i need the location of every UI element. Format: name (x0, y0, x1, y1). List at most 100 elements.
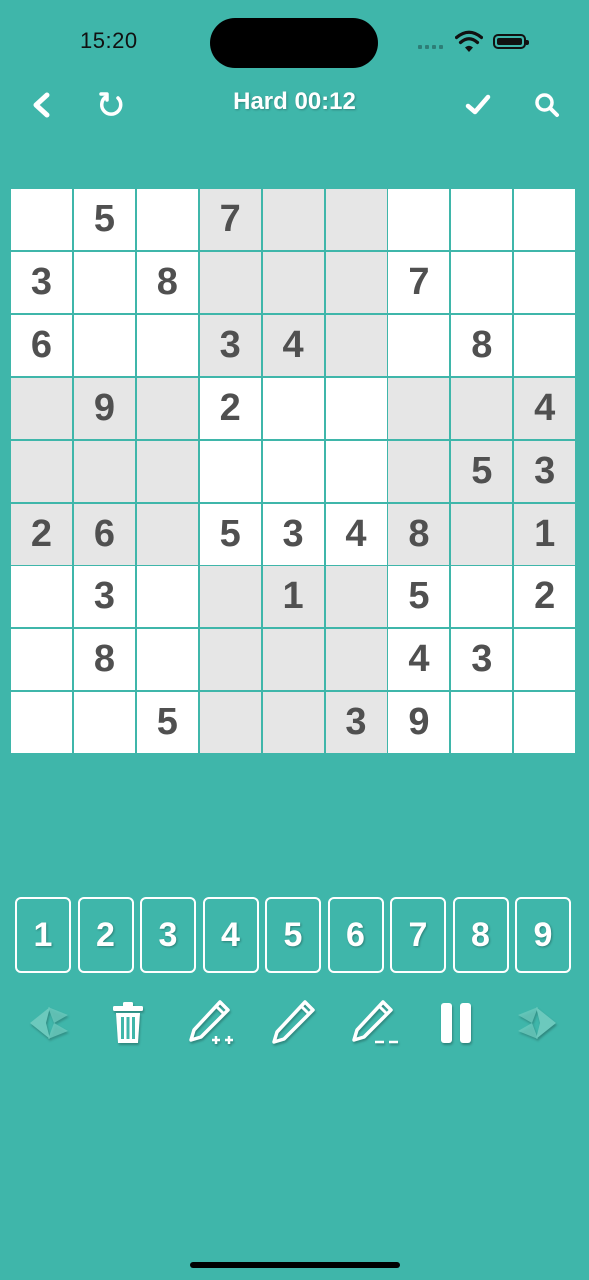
sudoku-cell[interactable] (514, 629, 576, 691)
sudoku-cell[interactable] (325, 251, 387, 313)
sudoku-cell[interactable] (136, 629, 198, 691)
number-button-7[interactable]: 7 (390, 897, 446, 973)
number-button-5[interactable]: 5 (265, 897, 321, 973)
notes-remove-button[interactable] (348, 995, 404, 1051)
sudoku-cell[interactable] (73, 440, 135, 502)
sudoku-cell[interactable] (199, 566, 261, 628)
sudoku-cell[interactable]: 5 (451, 440, 513, 502)
sudoku-cell[interactable] (262, 189, 324, 250)
sudoku-cell[interactable]: 3 (199, 314, 261, 376)
sudoku-cell[interactable] (11, 377, 72, 439)
sudoku-cell[interactable]: 4 (262, 314, 324, 376)
undo-button[interactable] (20, 995, 76, 1051)
sudoku-cell[interactable] (325, 440, 387, 502)
number-button-1[interactable]: 1 (15, 897, 71, 973)
sudoku-cell[interactable]: 3 (325, 692, 387, 754)
sudoku-cell[interactable]: 3 (451, 629, 513, 691)
sudoku-cell[interactable]: 5 (199, 503, 261, 565)
sudoku-cell[interactable]: 8 (388, 503, 450, 565)
sudoku-cell[interactable] (388, 314, 450, 376)
pause-icon (441, 1003, 471, 1043)
sudoku-cell[interactable] (451, 189, 513, 250)
pause-button[interactable] (428, 995, 484, 1051)
sudoku-cell[interactable] (11, 189, 72, 250)
sudoku-cell[interactable] (325, 314, 387, 376)
sudoku-cell[interactable]: 1 (514, 503, 576, 565)
sudoku-cell[interactable] (11, 629, 72, 691)
sudoku-cell[interactable] (262, 440, 324, 502)
sudoku-cell[interactable]: 4 (325, 503, 387, 565)
sudoku-cell[interactable] (451, 251, 513, 313)
sudoku-cell[interactable]: 4 (388, 629, 450, 691)
sudoku-cell[interactable]: 8 (73, 629, 135, 691)
sudoku-cell[interactable]: 1 (262, 566, 324, 628)
redo-button[interactable] (510, 995, 566, 1051)
pencil-button[interactable] (266, 995, 322, 1051)
number-button-3[interactable]: 3 (140, 897, 196, 973)
sudoku-cell[interactable]: 5 (388, 566, 450, 628)
sudoku-cell[interactable]: 6 (73, 503, 135, 565)
sudoku-cell[interactable]: 2 (11, 503, 72, 565)
sudoku-cell[interactable] (73, 251, 135, 313)
sudoku-cell[interactable] (11, 440, 72, 502)
sudoku-cell[interactable] (388, 440, 450, 502)
sudoku-cell[interactable] (514, 189, 576, 250)
sudoku-cell[interactable]: 8 (451, 314, 513, 376)
sudoku-cell[interactable]: 5 (73, 189, 135, 250)
sudoku-cell[interactable]: 8 (136, 251, 198, 313)
sudoku-cell[interactable] (199, 692, 261, 754)
sudoku-cell[interactable] (325, 377, 387, 439)
number-button-8[interactable]: 8 (452, 897, 509, 973)
sudoku-cell[interactable] (199, 629, 261, 691)
sudoku-cell[interactable] (451, 377, 513, 439)
sudoku-cell[interactable]: 6 (11, 314, 72, 376)
sudoku-cell[interactable]: 9 (388, 692, 450, 754)
sudoku-cell[interactable]: 2 (199, 377, 261, 439)
sudoku-cell[interactable] (136, 189, 198, 250)
sudoku-cell[interactable]: 9 (73, 377, 135, 439)
sudoku-cell[interactable] (388, 377, 450, 439)
sudoku-cell[interactable] (136, 377, 198, 439)
sudoku-cell[interactable]: 3 (73, 566, 135, 628)
sudoku-cell[interactable] (136, 440, 198, 502)
sudoku-cell[interactable]: 3 (262, 503, 324, 565)
sudoku-cell[interactable] (514, 314, 576, 376)
sudoku-cell[interactable] (262, 692, 324, 754)
sudoku-cell[interactable] (136, 566, 198, 628)
sudoku-cell[interactable] (451, 566, 513, 628)
sudoku-cell[interactable] (451, 503, 513, 565)
sudoku-cell[interactable]: 7 (199, 189, 261, 250)
sudoku-cell[interactable] (136, 503, 198, 565)
sudoku-cell[interactable]: 7 (388, 251, 450, 313)
sudoku-cell[interactable] (73, 692, 135, 754)
sudoku-cell[interactable] (388, 189, 450, 250)
sudoku-cell[interactable]: 5 (136, 692, 198, 754)
number-button-6[interactable]: 6 (327, 897, 384, 973)
sudoku-cell[interactable] (262, 377, 324, 439)
check-button[interactable] (458, 85, 498, 125)
sudoku-cell[interactable]: 4 (514, 377, 576, 439)
delete-button[interactable] (100, 995, 156, 1051)
sudoku-cell[interactable] (199, 251, 261, 313)
sudoku-cell[interactable] (514, 251, 576, 313)
sudoku-cell[interactable]: 2 (514, 566, 576, 628)
number-button-2[interactable]: 2 (77, 897, 134, 973)
sudoku-cell[interactable] (262, 629, 324, 691)
sudoku-cell[interactable]: 3 (11, 251, 72, 313)
sudoku-cell[interactable] (325, 566, 387, 628)
sudoku-cell[interactable] (199, 440, 261, 502)
sudoku-cell[interactable] (11, 692, 72, 754)
sudoku-cell[interactable] (514, 692, 576, 754)
sudoku-cell[interactable] (451, 692, 513, 754)
sudoku-cell[interactable] (325, 629, 387, 691)
notes-add-button[interactable] (185, 995, 241, 1051)
search-button[interactable] (527, 85, 567, 125)
sudoku-cell[interactable] (136, 314, 198, 376)
sudoku-cell[interactable] (325, 189, 387, 250)
number-button-4[interactable]: 4 (202, 897, 259, 973)
number-button-9[interactable]: 9 (515, 897, 571, 973)
sudoku-cell[interactable] (11, 566, 72, 628)
sudoku-cell[interactable] (73, 314, 135, 376)
sudoku-cell[interactable] (262, 251, 324, 313)
sudoku-cell[interactable]: 3 (514, 440, 576, 502)
